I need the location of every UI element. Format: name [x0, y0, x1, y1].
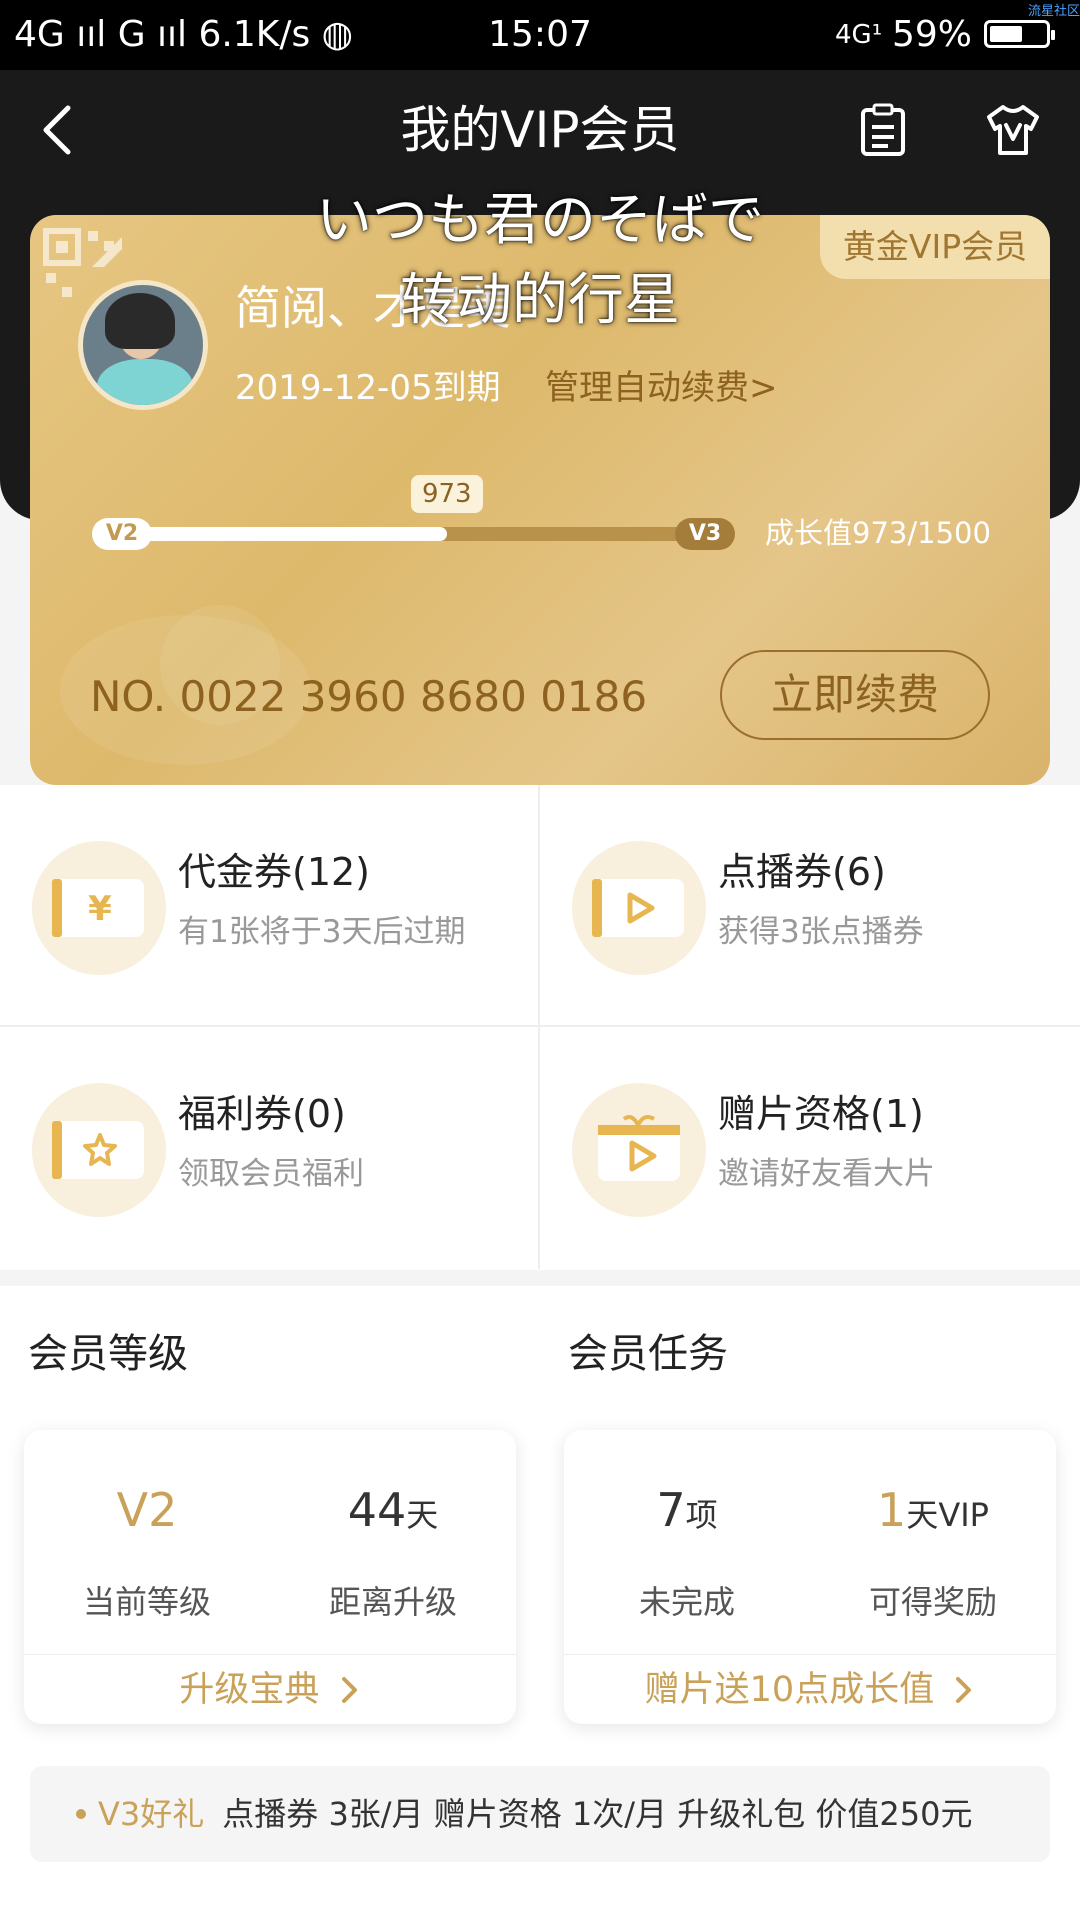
coupon-play[interactable]: 点播券(6) 获得3张点播券: [540, 785, 1080, 1027]
corner-watermark: 流星社区: [1027, 4, 1080, 19]
card-number: NO. 0022 3960 8680 0186: [90, 672, 648, 721]
gift-items: 点播券 3张/月 赠片资格 1次/月 升级礼包 价值250元: [222, 1795, 973, 1833]
bullet-dot: [76, 1809, 86, 1819]
current-level-label: 当前等级: [82, 1583, 211, 1621]
days-to-upgrade-label: 距离升级: [328, 1583, 457, 1621]
coupon-subtitle: 有1张将于3天后过期: [178, 914, 466, 950]
member-level-card[interactable]: V2 44天 当前等级 距离升级 升级宝典: [24, 1430, 516, 1724]
coupon-title: 福利券(0): [178, 1092, 346, 1136]
battery-icon: [984, 20, 1055, 48]
growth-text: 成长值973/1500: [765, 516, 991, 550]
member-section: 会员等级 会员任务 V2 44天 当前等级 距离升级 升级宝典 7项 1天VIP…: [0, 1286, 1080, 1920]
upgrade-guide-link[interactable]: 升级宝典: [24, 1656, 516, 1724]
growth-progress-fill: [100, 527, 447, 541]
coupon-gift-film[interactable]: 赠片资格(1) 邀请好友看大片: [540, 1027, 1080, 1269]
svg-text:¥: ¥: [88, 889, 112, 929]
lyric-line: 转动的行星: [400, 268, 680, 333]
current-level-value: V2: [116, 1483, 178, 1537]
unfinished-label: 未完成: [638, 1583, 735, 1621]
renew-now-button[interactable]: 立即续费: [720, 650, 990, 740]
coupon-subtitle: 获得3张点播券: [718, 914, 924, 950]
gift-play-icon: [572, 1083, 706, 1217]
chevron-right-icon: [341, 1677, 357, 1703]
clipboard-list-icon[interactable]: [858, 103, 908, 157]
vip-shirt-icon[interactable]: [985, 103, 1041, 157]
gift-title: V3好礼: [98, 1795, 205, 1833]
coupon-subtitle: 领取会员福利: [178, 1156, 364, 1192]
expire-date: 2019-12-05到期: [235, 368, 501, 408]
next-level-gift-bar[interactable]: V3好礼 点播券 3张/月 赠片资格 1次/月 升级礼包 价值250元: [30, 1766, 1050, 1862]
reward-label: 可得奖励: [868, 1583, 997, 1621]
coupon-voucher[interactable]: ¥ 代金券(12) 有1张将于3天后过期: [0, 785, 540, 1027]
growth-progress-bar: [100, 527, 700, 541]
coupon-title: 点播券(6): [718, 850, 886, 894]
status-bar: 4G ııl G ııl 6.1K/s ◍ 15:07 4G¹ 59% 流星社区: [0, 0, 1080, 70]
manage-auto-renew-link[interactable]: 管理自动续费>: [545, 363, 778, 413]
level-pill-current: V2: [92, 518, 152, 550]
coupon-title: 赠片资格(1): [718, 1092, 924, 1136]
coupon-title: 代金券(12): [178, 850, 371, 894]
growth-value-tooltip: 973: [410, 475, 483, 513]
gift-film-growth-link[interactable]: 赠片送10点成长值: [564, 1656, 1056, 1724]
member-task-title: 会员任务: [568, 1331, 728, 1377]
coupon-subtitle: 邀请好友看大片: [718, 1156, 935, 1192]
network-indicator: 4G¹: [835, 20, 883, 50]
divider: [564, 1654, 1056, 1655]
divider: [24, 1654, 516, 1655]
lyric-line: いつも君のそばで: [316, 188, 764, 253]
reward-value: 1天VIP: [877, 1483, 989, 1537]
coupon-welfare[interactable]: 福利券(0) 领取会员福利: [0, 1027, 540, 1269]
yen-ticket-icon: ¥: [32, 841, 166, 975]
page-title: 我的VIP会员: [400, 101, 680, 159]
days-to-upgrade: 44天: [347, 1483, 439, 1537]
coupon-grid: ¥ 代金券(12) 有1张将于3天后过期 点播券(6) 获得3张点播券 福利券(…: [0, 785, 1080, 1270]
battery-percent: 59%: [892, 14, 973, 55]
member-task-card[interactable]: 7项 1天VIP 未完成 可得奖励 赠片送10点成长值: [564, 1430, 1056, 1724]
level-pill-next: V3: [675, 518, 735, 550]
member-level-title: 会员等级: [28, 1331, 188, 1377]
star-ticket-icon: [32, 1083, 166, 1217]
unfinished-task-count: 7项: [656, 1483, 718, 1537]
play-ticket-icon: [572, 841, 706, 975]
chevron-right-icon: [956, 1677, 972, 1703]
